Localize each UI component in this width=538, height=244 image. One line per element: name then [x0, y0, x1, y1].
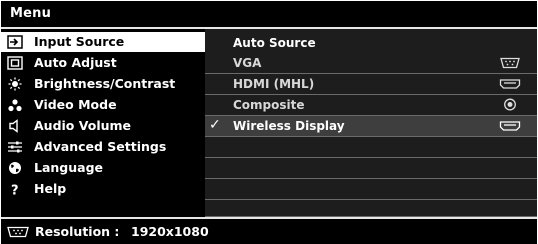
- menu-item-input-source[interactable]: Input Source: [1, 32, 205, 52]
- empty-option-row: [205, 200, 537, 217]
- main-menu: Input Source Auto Adjust Brightness/Cont…: [1, 29, 205, 217]
- menu-item-audio-volume[interactable]: Audio Volume: [1, 116, 205, 136]
- option-composite[interactable]: Composite: [205, 95, 537, 116]
- option-auto-source[interactable]: Auto Source: [205, 33, 537, 53]
- resolution-value: 1920x1080: [131, 224, 209, 239]
- empty-option-row: [205, 137, 537, 158]
- menu-item-video-mode[interactable]: Video Mode: [1, 95, 205, 115]
- option-label: VGA: [233, 56, 262, 70]
- hdmi-connector-icon: [499, 79, 521, 89]
- menu-item-label: Audio Volume: [34, 118, 132, 133]
- option-label: Wireless Display: [233, 119, 345, 133]
- menu-item-auto-adjust[interactable]: Auto Adjust: [1, 53, 205, 73]
- menu-item-label: Help: [34, 181, 67, 196]
- input-source-submenu: Auto Source VGA HDMI (MHL) Composite ✓ W…: [205, 29, 537, 217]
- brightness-icon: [8, 77, 22, 91]
- sliders-icon: [8, 141, 22, 153]
- question-icon: ?: [11, 184, 19, 197]
- menu-item-label: Video Mode: [34, 97, 117, 112]
- vga-connector-icon: [500, 57, 520, 69]
- option-hdmi-mhl[interactable]: HDMI (MHL): [205, 74, 537, 95]
- title-bar: Menu: [1, 1, 537, 29]
- globe-icon: [9, 162, 21, 174]
- svg-text:?: ?: [11, 184, 19, 197]
- menu-item-help[interactable]: ? Help: [1, 179, 205, 199]
- menu-item-label: Input Source: [34, 34, 125, 49]
- auto-adjust-icon: [7, 56, 23, 70]
- menu-title: Menu: [10, 6, 52, 21]
- projector-osd: Menu Input Source Auto Adjust Brightness…: [0, 0, 538, 244]
- option-wireless-display[interactable]: ✓ Wireless Display: [205, 116, 537, 137]
- status-bar: Resolution : 1920x1080: [1, 217, 537, 244]
- option-label: Auto Source: [233, 36, 316, 50]
- menu-item-brightness-contrast[interactable]: Brightness/Contrast: [1, 74, 205, 94]
- menu-item-label: Auto Adjust: [34, 55, 117, 70]
- option-vga[interactable]: VGA: [205, 53, 537, 74]
- option-label: Composite: [233, 98, 305, 112]
- input-source-icon: [7, 35, 23, 49]
- menu-item-label: Brightness/Contrast: [34, 76, 176, 91]
- speaker-icon: [9, 119, 18, 133]
- video-mode-icon: [8, 99, 22, 112]
- option-label: HDMI (MHL): [233, 77, 315, 91]
- menu-item-advanced-settings[interactable]: Advanced Settings: [1, 137, 205, 157]
- menu-item-label: Language: [34, 160, 104, 175]
- rca-connector-icon: [504, 98, 516, 111]
- empty-option-row: [205, 179, 537, 200]
- empty-option-row: [205, 158, 537, 179]
- menu-item-label: Advanced Settings: [34, 139, 167, 154]
- menu-frame: Menu Input Source Auto Adjust Brightness…: [1, 1, 537, 244]
- wireless-display-icon: [499, 121, 521, 131]
- vga-connector-icon: [7, 226, 29, 238]
- check-icon: ✓: [209, 117, 221, 133]
- resolution-label: Resolution :: [35, 224, 120, 239]
- menu-item-language[interactable]: Language: [1, 158, 205, 178]
